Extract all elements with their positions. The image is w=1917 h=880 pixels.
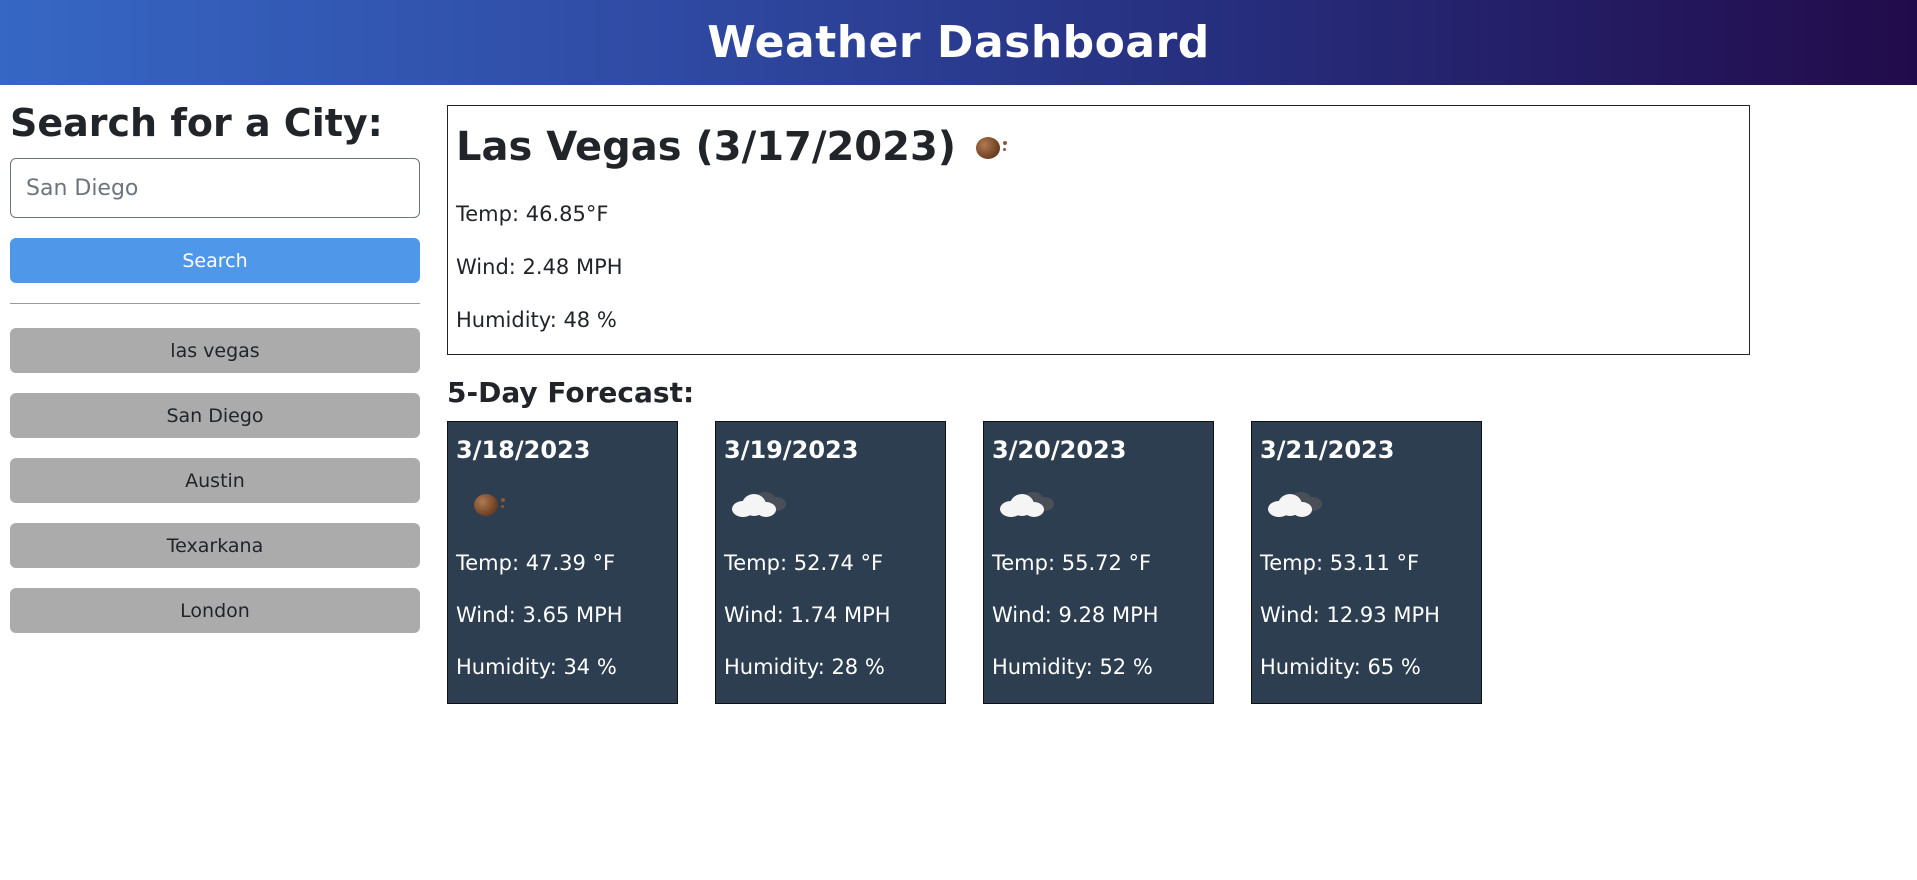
forecast-card: 3/18/2023 Temp: 47.39 °F Wind: 3.65 MPH … xyxy=(447,421,678,704)
haze-icon xyxy=(460,484,520,526)
history-button-texarkana[interactable]: Texarkana xyxy=(10,523,420,568)
history-button-london[interactable]: London xyxy=(10,588,420,633)
current-weather-header: Las Vegas (3/17/2023) xyxy=(456,114,1741,180)
forecast-humidity: Humidity: 28 % xyxy=(724,655,885,679)
forecast-wind: Wind: 3.65 MPH xyxy=(456,603,623,627)
history-button-austin[interactable]: Austin xyxy=(10,458,420,503)
forecast-card: 3/21/2023 Temp: 53.11 °F Wind: 12.93 MPH… xyxy=(1251,421,1482,704)
search-history: las vegas San Diego Austin Texarkana Lon… xyxy=(10,328,420,633)
forecast-wind: Wind: 9.28 MPH xyxy=(992,603,1159,627)
forecast-humidity: Humidity: 52 % xyxy=(992,655,1153,679)
city-search-input[interactable] xyxy=(10,158,420,218)
forecast-temp: Temp: 53.11 °F xyxy=(1260,551,1420,575)
forecast-humidity: Humidity: 34 % xyxy=(456,655,617,679)
forecast-temp: Temp: 52.74 °F xyxy=(724,551,884,575)
page-header: Weather Dashboard xyxy=(0,0,1917,85)
forecast-card: 3/19/2023 Temp: 52.74 °F Wind: 1.74 MPH … xyxy=(715,421,946,704)
forecast-wind: Wind: 12.93 MPH xyxy=(1260,603,1440,627)
cloud-icon xyxy=(1264,484,1324,526)
cloud-icon xyxy=(996,484,1056,526)
history-button-las-vegas[interactable]: las vegas xyxy=(10,328,420,373)
forecast-card: 3/20/2023 Temp: 55.72 °F Wind: 9.28 MPH … xyxy=(983,421,1214,704)
divider xyxy=(10,303,420,304)
search-button[interactable]: Search xyxy=(10,238,420,283)
forecast-temp: Temp: 47.39 °F xyxy=(456,551,616,575)
forecast-wind: Wind: 1.74 MPH xyxy=(724,603,891,627)
current-city-date: Las Vegas (3/17/2023) xyxy=(456,124,957,170)
page-title: Weather Dashboard xyxy=(707,17,1210,68)
current-temp: Temp: 46.85°F xyxy=(456,202,609,226)
haze-icon xyxy=(972,132,1012,162)
forecast-date: 3/20/2023 xyxy=(992,436,1127,464)
current-weather-panel: Las Vegas (3/17/2023) Temp: 46.85°F Wind… xyxy=(447,105,1750,355)
current-wind: Wind: 2.48 MPH xyxy=(456,255,623,279)
forecast-heading: 5-Day Forecast: xyxy=(447,376,695,409)
history-button-san-diego[interactable]: San Diego xyxy=(10,393,420,438)
forecast-date: 3/18/2023 xyxy=(456,436,591,464)
forecast-date: 3/21/2023 xyxy=(1260,436,1395,464)
current-humidity: Humidity: 48 % xyxy=(456,308,617,332)
forecast-temp: Temp: 55.72 °F xyxy=(992,551,1152,575)
forecast-date: 3/19/2023 xyxy=(724,436,859,464)
sidebar: Search for a City: Search las vegas San … xyxy=(10,100,420,653)
forecast-humidity: Humidity: 65 % xyxy=(1260,655,1421,679)
cloud-icon xyxy=(728,484,788,526)
search-heading: Search for a City: xyxy=(10,101,383,145)
